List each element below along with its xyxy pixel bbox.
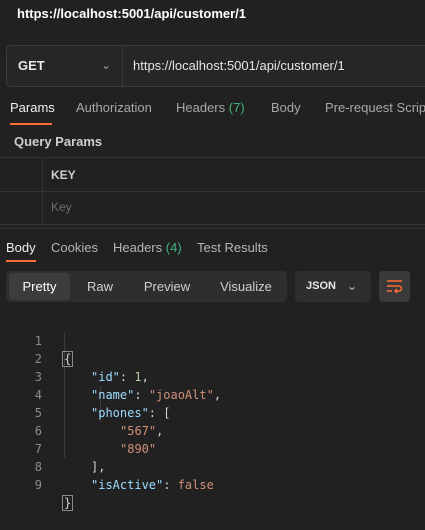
response-tabs: Body Cookies Headers (4) Test Results: [0, 238, 425, 262]
view-pretty-button[interactable]: Pretty: [9, 273, 70, 300]
code-line: 7 ],: [0, 422, 425, 474]
code-line: 3 "name": "joaoAlt",: [0, 350, 425, 402]
tab-params[interactable]: Params: [10, 100, 55, 115]
format-select-label: JSON: [306, 280, 336, 292]
format-select[interactable]: JSON ⌄: [295, 271, 371, 302]
divider: [0, 228, 425, 229]
column-divider: [42, 158, 43, 224]
view-visualize-button[interactable]: Visualize: [212, 271, 280, 302]
view-preview-button[interactable]: Preview: [134, 271, 200, 302]
chevron-down-icon: ⌄: [101, 58, 112, 72]
view-raw-button[interactable]: Raw: [76, 271, 124, 302]
chevron-down-icon: ⌄: [347, 279, 358, 293]
query-params-title: Query Params: [14, 134, 103, 149]
window-title: https://localhost:5001/api/customer/1: [17, 6, 247, 21]
headers-count-badge: (7): [228, 100, 245, 115]
code-line: 9 }: [0, 458, 425, 511]
line-number: 9: [34, 478, 42, 492]
tab-test-results[interactable]: Test Results: [197, 240, 268, 255]
wrap-lines-icon: [387, 280, 403, 294]
tab-body[interactable]: Body: [271, 100, 301, 115]
tab-response-headers[interactable]: Headers (4): [113, 240, 182, 255]
tab-headers-label: Headers: [176, 100, 226, 115]
code-line: 1 {: [0, 314, 425, 367]
tab-cookies[interactable]: Cookies: [51, 240, 98, 255]
json-key: "isActive": [91, 478, 164, 492]
code-line: 2 "id": 1,: [0, 332, 425, 384]
tab-response-body[interactable]: Body: [6, 240, 36, 255]
tab-authorization[interactable]: Authorization: [76, 100, 152, 115]
response-body-editor[interactable]: 1 { 2 "id": 1, 3 "name": "joaoAlt", 4 "p…: [0, 314, 425, 511]
request-bar: GET ⌄ https://localhost:5001/api/custome…: [6, 45, 425, 87]
query-params-table: KEY Key: [0, 157, 425, 225]
url-input[interactable]: https://localhost:5001/api/customer/1: [133, 58, 345, 73]
tab-pre-request-script[interactable]: Pre-request Script: [325, 100, 425, 115]
active-tab-indicator: [10, 123, 52, 125]
key-column-header: KEY: [51, 168, 76, 182]
json-boolean: false: [177, 478, 214, 492]
code-line: 4 "phones": [: [0, 368, 425, 420]
method-select[interactable]: GET ⌄: [7, 46, 123, 86]
code-line: 5 "567",: [0, 386, 425, 438]
code-line: 6 "890": [0, 404, 425, 456]
view-mode-segmented: Pretty Raw Preview Visualize: [6, 271, 287, 302]
response-headers-count-badge: (4): [165, 240, 182, 255]
wrap-lines-button[interactable]: [379, 271, 410, 302]
active-response-tab-indicator: [6, 260, 36, 262]
code-line: 8 "isActive": false: [0, 440, 425, 492]
tab-response-headers-label: Headers: [113, 240, 163, 255]
method-label: GET: [18, 58, 45, 73]
key-input[interactable]: Key: [51, 200, 72, 214]
request-tabs: Params Authorization Headers (7) Body Pr…: [0, 96, 425, 126]
tab-headers[interactable]: Headers (7): [176, 100, 245, 115]
